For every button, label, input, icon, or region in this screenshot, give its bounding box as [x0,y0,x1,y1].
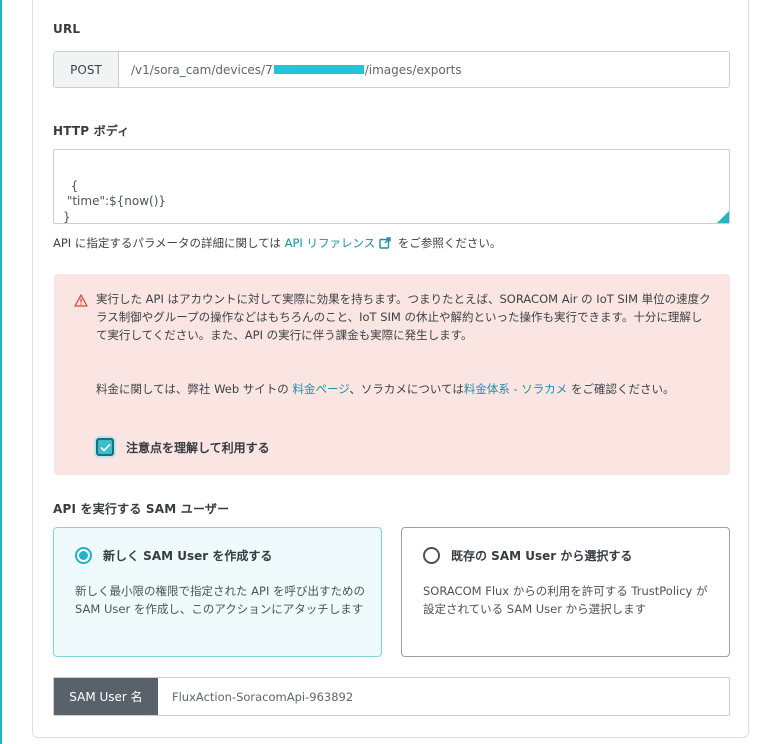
option-create-new-title: 新しく SAM User を作成する [103,549,273,563]
external-link-icon [379,237,391,252]
pricing-page-link[interactable]: 料金ページ [292,382,349,396]
url-path-suffix: /images/exports [364,62,462,77]
http-method-addon: POST [54,52,119,87]
page-left-border [0,0,2,744]
sam-user-name-addon: SAM User 名 [54,678,158,715]
option-create-new-description: 新しく最小限の権限で指定された API を呼び出すための SAM User を作… [75,584,366,616]
option-select-existing-sam-user[interactable]: 既存の SAM User から選択する SORACOM Flux からの利用を許… [401,527,730,657]
acknowledge-checkbox-row[interactable]: 注意点を理解して利用する [96,438,270,456]
url-path-prefix: /v1/sora_cam/devices/7 [131,62,273,77]
url-input[interactable]: /v1/sora_cam/devices/7/images/exports [119,52,729,87]
redacted-device-id [273,65,364,74]
option-select-existing-title: 既存の SAM User から選択する [451,549,633,563]
soracam-pricing-link[interactable]: 料金体系 - ソラカメ [464,382,567,396]
radio-create-new[interactable] [75,547,92,564]
option-create-new-sam-user[interactable]: 新しく SAM User を作成する 新しく最小限の権限で指定された API を… [53,527,382,657]
resize-handle-icon[interactable] [717,211,729,223]
option-select-existing-description: SORACOM Flux からの利用を許可する TrustPolicy が設定さ… [423,584,708,616]
radio-select-existing[interactable] [423,547,440,564]
warning-paragraph-2: 料金に関しては、弊社 Web サイトの 料金ページ、ソラカメについては料金体系 … [96,380,711,398]
acknowledge-checkbox-label[interactable]: 注意点を理解して利用する [126,439,270,456]
url-label: URL [53,22,81,36]
pricing-text-middle: 、ソラカメについては [349,382,464,396]
acknowledge-checkbox[interactable] [96,438,114,456]
help-text-prefix: API に指定するパラメータの詳細に関しては [53,236,285,250]
pricing-text-suffix: をご確認ください。 [567,382,675,396]
checkmark-icon [99,443,111,452]
url-field-group: POST /v1/sora_cam/devices/7/images/expor… [53,51,730,88]
api-help-text: API に指定するパラメータの詳細に関しては API リファレンス をご参照くだ… [53,235,501,252]
sam-user-name-input[interactable]: FluxAction-SoracomApi-963892 [158,678,729,715]
sam-user-name-field-group: SAM User 名 FluxAction-SoracomApi-963892 [53,677,730,716]
http-body-content: { "time":${now()} } [63,178,167,224]
help-text-suffix: をご参照ください。 [394,236,502,250]
warning-paragraph-1: 実行した API はアカウントに対して実際に効果を持ちます。つまりたとえば、SO… [96,292,711,342]
http-body-textarea[interactable]: { "time":${now()} } [53,149,730,224]
warning-alert: 実行した API はアカウントに対して実際に効果を持ちます。つまりたとえば、SO… [54,274,730,475]
sam-user-section-label: API を実行する SAM ユーザー [53,502,230,516]
pricing-text-prefix: 料金に関しては、弊社 Web サイトの [96,382,293,396]
http-body-label: HTTP ボディ [53,124,130,138]
warning-triangle-icon [74,292,88,311]
api-reference-link[interactable]: API リファレンス [285,236,376,250]
